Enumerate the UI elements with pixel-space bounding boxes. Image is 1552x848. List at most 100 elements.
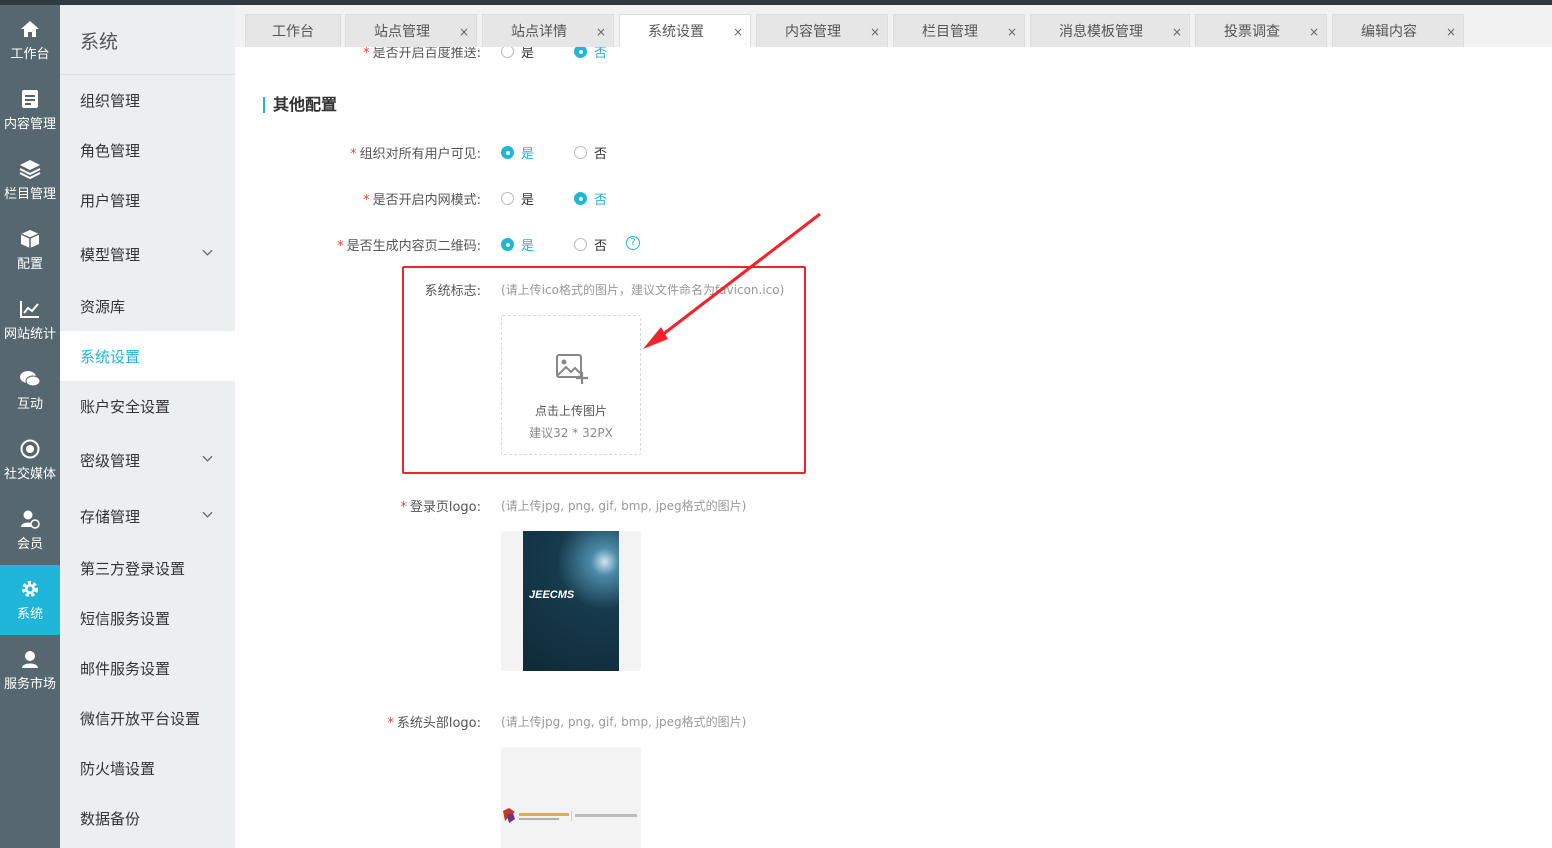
sidebar-item-label: 邮件服务设置 [80,659,171,678]
annotation-arrow [643,212,821,349]
rail-item-workbench[interactable]: 工作台 [0,5,60,75]
login-logo-brand: JEECMS [529,589,575,601]
rail-item-market[interactable]: 服务市场 [0,635,60,705]
rail-item-label: 网站统计 [3,327,56,342]
layers-icon [19,158,41,180]
tab-label: 工作台 [272,24,314,40]
sidebar-item-label: 存储管理 [80,507,141,526]
chevron-down-icon [202,511,213,518]
sidebar-item-label: 防火墙设置 [80,759,156,778]
tab-label: 站点管理 [374,24,430,40]
sidebar-item-firewall[interactable]: 防火墙设置 [60,743,235,793]
login-logo-preview[interactable]: JEECMS [501,531,641,671]
close-icon[interactable]: × [733,25,743,39]
login-logo-label: * 登录页logo: [400,500,481,515]
close-icon[interactable]: × [459,25,469,39]
gear-icon [19,578,41,600]
system-sidebar: 系统 组织管理 角色管理 用户管理 模型管理 资源库 系统设置 账户安全设置 密… [60,5,235,848]
close-icon[interactable]: × [870,25,880,39]
tab-content-manage[interactable]: 内容管理 × [756,14,888,47]
member-icon [19,508,41,530]
login-logo-image: JEECMS [523,531,619,671]
rail-item-content[interactable]: 内容管理 [0,75,60,145]
target-icon [19,438,41,460]
close-icon[interactable]: × [596,25,606,39]
rail-item-label: 服务市场 [3,677,56,692]
rail-item-label: 工作台 [10,47,50,62]
sidebar-item-storage[interactable]: 存储管理 [60,491,235,541]
tab-label: 栏目管理 [922,24,978,40]
sidebar-item-label: 用户管理 [80,191,141,210]
tab-label: 消息模板管理 [1059,24,1143,40]
sidebar-item-third-login[interactable]: 第三方登录设置 [60,543,235,593]
sidebar-item-label: 模型管理 [80,245,141,264]
sidebar-item-label: 第三方登录设置 [80,559,186,578]
tab-bar: 工作台 站点管理 × 站点详情 × 系统设置 × 内容管理 × 栏目管理 × 消息模板管理… [235,5,1552,47]
header-logo-image [503,808,637,823]
header-logo-label: * 系统头部logo: [387,716,481,731]
rail-item-social[interactable]: 社交媒体 [0,425,60,495]
sidebar-item-label: 数据备份 [80,809,141,828]
rail-item-label: 系统 [16,607,43,622]
sidebar-item-system-settings[interactable]: 系统设置 [60,331,235,381]
home-icon [19,18,41,40]
close-icon[interactable]: × [1172,25,1182,39]
tab-label: 编辑内容 [1361,24,1417,40]
close-icon[interactable]: × [1309,25,1319,39]
sidebar-item-account-security[interactable]: 账户安全设置 [60,381,235,431]
settings-content: * 是否开启百度推送: 是 否 其他配置 * 组织对所有用户可见: 是 否 * 是否开… [235,47,1552,848]
tab-vote[interactable]: 投票调查 × [1195,14,1327,47]
rail-item-column[interactable]: 栏目管理 [0,145,60,215]
rail-item-config[interactable]: 配置 [0,215,60,285]
sidebar-item-label: 短信服务设置 [80,609,171,628]
sidebar-item-mail[interactable]: 邮件服务设置 [60,643,235,693]
service-icon [19,648,41,670]
sidebar-item-label: 资源库 [80,297,126,316]
tab-label: 系统设置 [648,24,704,40]
sidebar-item-model[interactable]: 模型管理 [60,229,235,279]
tab-workbench[interactable]: 工作台 [245,14,341,47]
main-nav-rail: 工作台 内容管理 栏目管理 配置 网站统计 互动 社交媒体 会员 系统 服务市场 [0,5,60,848]
sidebar-item-sms[interactable]: 短信服务设置 [60,593,235,643]
rail-item-label: 社交媒体 [3,467,56,482]
login-logo-hint: (请上传jpg, png, gif, bmp, jpeg格式的图片) [501,499,747,513]
rail-item-label: 互动 [16,397,43,412]
chevron-down-icon [202,249,213,256]
rail-item-interact[interactable]: 互动 [0,355,60,425]
sidebar-item-backup[interactable]: 数据备份 [60,793,235,843]
sidebar-item-resource[interactable]: 资源库 [60,281,235,331]
rail-item-member[interactable]: 会员 [0,495,60,565]
tab-site-manage[interactable]: 站点管理 × [345,14,477,47]
rail-item-system[interactable]: 系统 [0,565,60,635]
header-logo-preview[interactable] [501,747,641,848]
tab-message-template[interactable]: 消息模板管理 × [1030,14,1190,47]
sidebar-title: 系统 [80,31,119,53]
tab-label: 内容管理 [785,24,841,40]
tab-label: 站点详情 [511,24,567,40]
tab-site-detail[interactable]: 站点详情 × [482,14,614,47]
sidebar-item-label: 账户安全设置 [80,397,171,416]
tab-system-settings[interactable]: 系统设置 × [619,14,751,47]
chat-icon [19,368,41,390]
document-icon [19,88,41,110]
sidebar-item-label: 组织管理 [80,91,141,110]
rail-item-label: 栏目管理 [3,187,56,202]
sidebar-item-label: 微信开放平台设置 [80,709,201,728]
box-icon [19,228,41,250]
chevron-down-icon [202,455,213,462]
chart-icon [19,298,41,320]
sidebar-item-classification[interactable]: 密级管理 [60,435,235,485]
rail-item-label: 配置 [16,257,43,272]
header-logo-hint: (请上传jpg, png, gif, bmp, jpeg格式的图片) [501,715,747,729]
sidebar-item-org[interactable]: 组织管理 [60,75,235,125]
tab-edit-content[interactable]: 编辑内容 × [1332,14,1464,47]
sidebar-item-label: 系统设置 [80,347,141,366]
close-icon[interactable]: × [1446,25,1456,39]
tab-column-manage[interactable]: 栏目管理 × [893,14,1025,47]
sidebar-item-user[interactable]: 用户管理 [60,175,235,225]
sidebar-item-role[interactable]: 角色管理 [60,125,235,175]
sidebar-item-wechat[interactable]: 微信开放平台设置 [60,693,235,743]
close-icon[interactable]: × [1007,25,1017,39]
sidebar-item-label: 密级管理 [80,451,141,470]
rail-item-stats[interactable]: 网站统计 [0,285,60,355]
